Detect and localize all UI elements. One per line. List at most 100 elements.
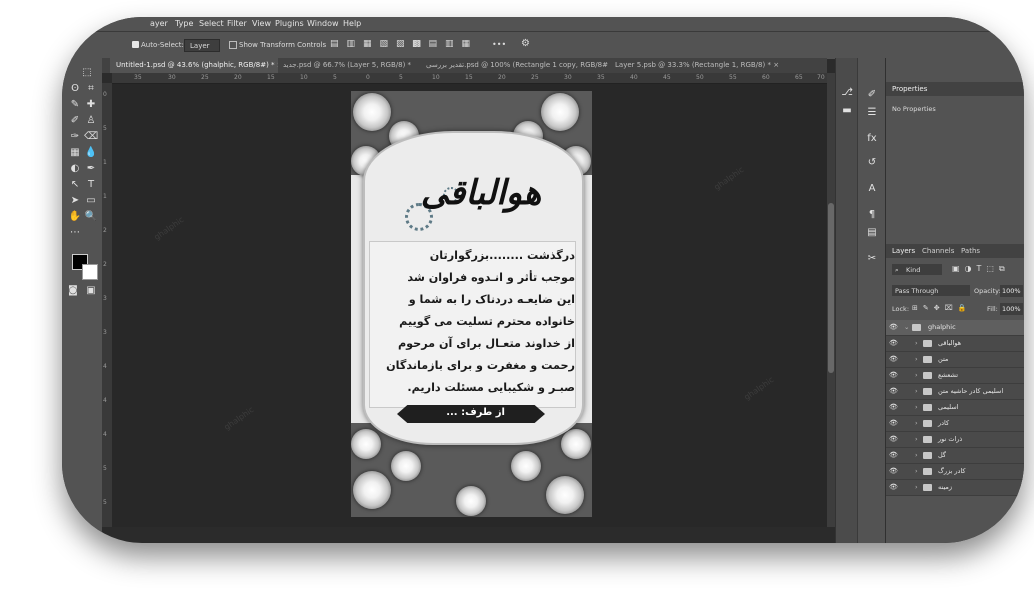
layer-row[interactable]: 👁 › گل [886,448,1024,464]
layer-row[interactable]: 👁 › هوالباقی [886,336,1024,352]
tab-taghdir[interactable]: تقدیر بررسی.psd @ 100% (Rectangle 1 copy… [420,58,608,73]
adjustments-icon[interactable]: ☰ [864,106,880,120]
document-tabs: Untitled-1.psd @ 43.6% (ghalphic, RGB/8#… [62,58,827,73]
dodge-icon[interactable]: ◐ [68,162,82,176]
path-select-icon[interactable]: ↖ [68,178,82,192]
properties-icon[interactable]: ▤ [864,226,880,240]
chevron-right-icon[interactable]: › [915,339,918,347]
layer-row[interactable]: 👁 › اسلیمی کادر حاشیه متن [886,384,1024,400]
eye-icon[interactable]: 👁 [889,371,898,379]
chevron-right-icon[interactable]: › [915,483,918,491]
comment-icon[interactable]: ▬ [839,104,855,118]
auto-select-checkbox[interactable] [132,41,139,48]
menu-layer[interactable]: ayer [150,19,168,28]
eye-icon[interactable]: 👁 [889,451,898,459]
chevron-down-icon[interactable]: ⌄ [904,323,909,331]
rectangle-icon[interactable]: ▭ [84,194,98,208]
history-panel-icon[interactable]: ↺ [864,156,880,170]
kind-filter[interactable]: ⌕ Kind [892,264,942,275]
zoom-icon[interactable]: 🔍 [84,210,98,224]
tab-untitled-1[interactable]: Untitled-1.psd @ 43.6% (ghalphic, RGB/8#… [110,58,278,73]
more-tools-icon[interactable]: ⋯ [68,226,82,240]
eye-icon[interactable]: 👁 [889,435,898,443]
character-icon[interactable]: A [864,182,880,196]
menu-select[interactable]: Select [199,19,224,28]
vertical-scrollbar[interactable] [827,73,835,527]
lock-icons[interactable]: ⊞✎✥⌧🔒 [912,304,971,312]
fx-icon[interactable]: fx [864,132,880,146]
brush-icon[interactable]: ✐ [68,114,82,128]
close-icon[interactable]: × [773,61,779,69]
opacity-field[interactable]: 100% [1000,285,1023,297]
chevron-right-icon[interactable]: › [915,451,918,459]
more-options-icon[interactable]: ••• [492,40,506,49]
history-brush-icon[interactable]: ✑ [68,130,82,144]
chevron-right-icon[interactable]: › [915,355,918,363]
layer-group-ghalphic[interactable]: 👁 ⌄ ghalphic [886,320,1024,336]
eraser-icon[interactable]: ⌫ [84,130,98,144]
screen-mode-icon[interactable]: ▣ [84,284,98,298]
background-color-swatch[interactable] [82,264,98,280]
menu-filter[interactable]: Filter [227,19,247,28]
layer-row[interactable]: 👁 › اسلیمی [886,400,1024,416]
eyedropper-icon[interactable]: ✎ [68,98,82,112]
gear-icon[interactable]: ⚙ [521,38,530,49]
pen-icon[interactable]: ✒ [84,162,98,176]
menu-window[interactable]: Window [307,19,339,28]
layer-row[interactable]: 👁 › کادر بزرگ [886,464,1024,480]
tab-layer-5[interactable]: Layer 5.psb @ 33.3% (Rectangle 1, RGB/8)… [609,58,780,73]
align-icons-2[interactable]: ▥▤▥▦ [412,39,478,49]
layer-row[interactable]: 👁 › تشعشع [886,368,1024,384]
tab-layers[interactable]: Layers [892,247,915,255]
quick-mask-icon[interactable]: ◙ [66,284,80,298]
chevron-right-icon[interactable]: › [915,419,918,427]
chevron-right-icon[interactable]: › [915,371,918,379]
menu-view[interactable]: View [252,19,271,28]
eye-icon[interactable]: 👁 [889,419,898,427]
chevron-right-icon[interactable]: › [915,467,918,475]
tab-jadid[interactable]: جدید.psd @ 66.7% (Layer 5, RGB/8) * × [277,58,413,73]
layer-row[interactable]: 👁 › ذرات نور [886,432,1024,448]
eye-icon[interactable]: 👁 [889,483,898,491]
menu-plugins[interactable]: Plugins [275,19,304,28]
layer-row[interactable]: 👁 › کادر [886,416,1024,432]
healing-icon[interactable]: ✚ [84,98,98,112]
eye-icon[interactable]: 👁 [889,323,898,331]
direct-select-icon[interactable]: ➤ [68,194,82,208]
auto-select-dropdown[interactable]: Layer [184,39,220,52]
eye-icon[interactable]: 👁 [889,403,898,411]
tab-paths[interactable]: Paths [961,247,980,255]
layer-row[interactable]: 👁 › زمینه [886,480,1024,496]
chevron-right-icon[interactable]: › [915,435,918,443]
eye-icon[interactable]: 👁 [889,355,898,363]
crop-icon[interactable]: ⌗ [84,82,98,96]
marquee-icon[interactable]: ⬚ [80,66,94,80]
history-icon[interactable]: ⎇ [839,86,855,100]
tab-channels[interactable]: Channels [922,247,954,255]
lasso-icon[interactable]: ʘ [68,82,82,96]
stamp-icon[interactable]: ♙ [84,114,98,128]
lock-label: Lock: [892,305,910,313]
scrollbar-thumb[interactable] [828,203,834,373]
document-canvas[interactable]: هوالباقی درگذشت ........بزرگوارتان موجب … [351,91,592,517]
chevron-right-icon[interactable]: › [915,403,918,411]
eye-icon[interactable]: 👁 [889,467,898,475]
blend-mode-dropdown[interactable]: Pass Through [892,285,970,296]
fill-field[interactable]: 100% [1000,303,1023,315]
eye-icon[interactable]: 👁 [889,387,898,395]
filter-icons[interactable]: ▣◑T⬚⧉ [952,264,1010,274]
brush-settings-icon[interactable]: ✐ [864,88,880,102]
menu-type[interactable]: Type [175,19,193,28]
blur-icon[interactable]: 💧 [84,146,98,160]
chevron-right-icon[interactable]: › [915,387,918,395]
layer-row[interactable]: 👁 › متن [886,352,1024,368]
hand-icon[interactable]: ✋ [68,210,82,224]
gradient-icon[interactable]: ▦ [68,146,82,160]
transform-checkbox[interactable] [229,41,237,49]
paragraph-icon[interactable]: ¶ [864,208,880,222]
eye-icon[interactable]: 👁 [889,339,898,347]
tab-properties[interactable]: Properties [892,85,927,93]
type-icon[interactable]: T [84,178,98,192]
tools-preset-icon[interactable]: ✂ [864,252,880,266]
menu-help[interactable]: Help [343,19,361,28]
